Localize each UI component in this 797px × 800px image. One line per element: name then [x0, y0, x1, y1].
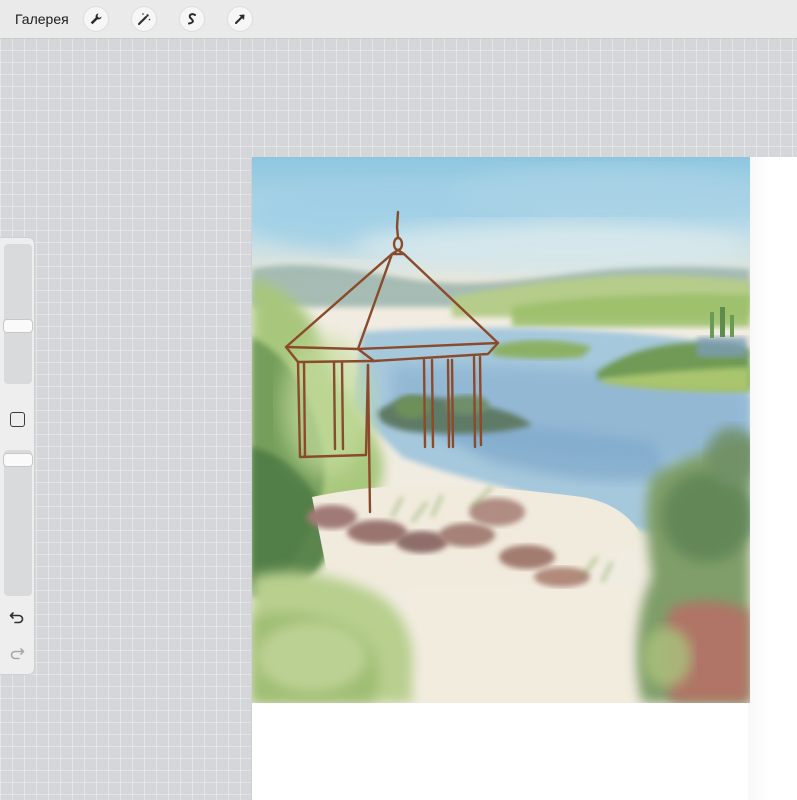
canvas-edge-shadow: [748, 157, 797, 800]
brush-opacity-slider[interactable]: [4, 450, 32, 596]
artwork-image: [252, 157, 750, 703]
transform-button[interactable]: [226, 6, 253, 32]
brush-size-slider[interactable]: [4, 244, 32, 384]
undo-icon[interactable]: [9, 610, 25, 624]
adjustments-button[interactable]: [130, 6, 157, 32]
redo-icon[interactable]: [9, 646, 25, 660]
magic-wand-icon: [137, 13, 151, 25]
wrench-button[interactable]: [82, 6, 109, 32]
square-icon[interactable]: [10, 412, 25, 427]
left-sidebar: [0, 238, 34, 674]
arrow-transform-icon: [234, 14, 245, 24]
gallery-button[interactable]: Галерея: [15, 11, 69, 27]
brush-opacity-handle[interactable]: [4, 454, 32, 466]
brush-size-handle[interactable]: [4, 320, 32, 332]
selection-s-icon: [187, 13, 196, 25]
selection-button[interactable]: [178, 6, 205, 32]
top-toolbar: Галерея: [0, 0, 797, 39]
wrench-icon: [90, 13, 102, 25]
watercolor-artwork[interactable]: [252, 157, 750, 703]
